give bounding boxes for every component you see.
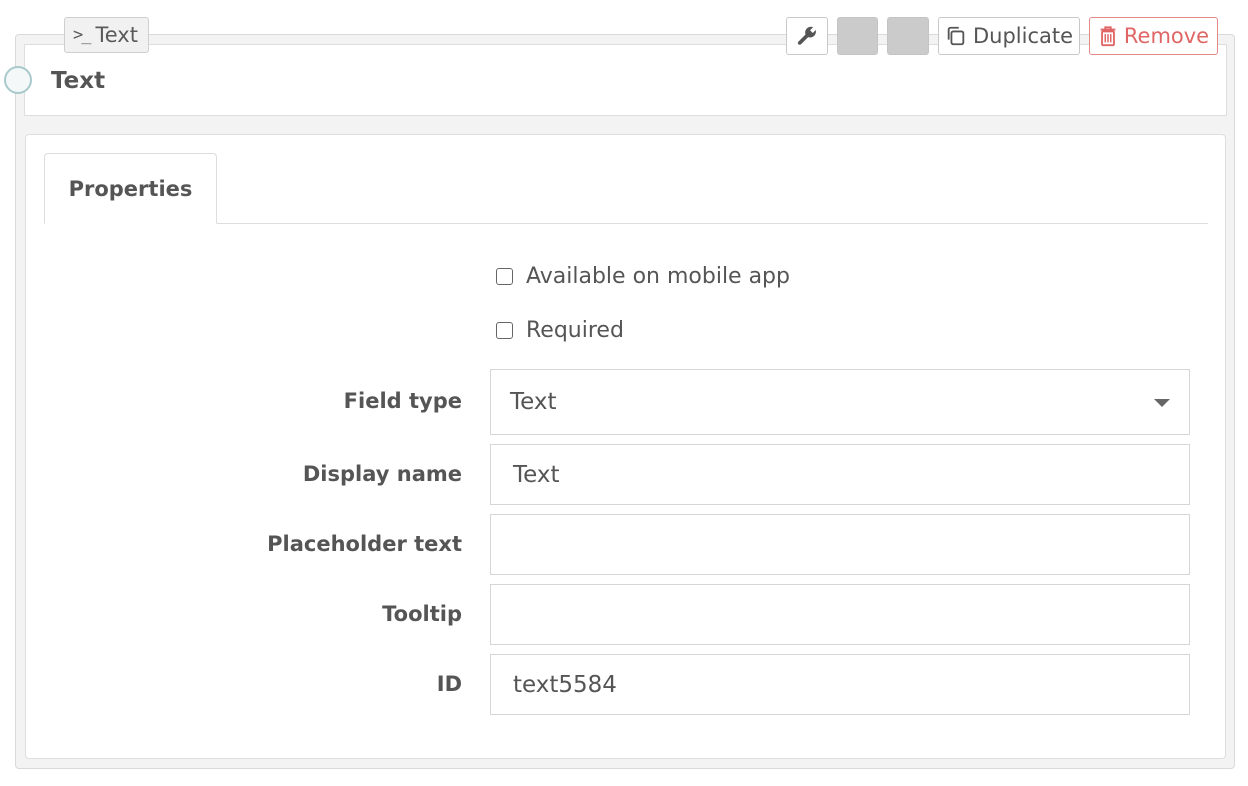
tooltip-input[interactable] bbox=[490, 584, 1190, 645]
required-checkbox[interactable] bbox=[496, 322, 513, 339]
remove-label: Remove bbox=[1123, 24, 1210, 48]
mobile-app-checkbox-row[interactable]: Available on mobile app bbox=[496, 264, 790, 289]
duplicate-button[interactable]: Duplicate bbox=[938, 17, 1080, 55]
required-checkbox-row[interactable]: Required bbox=[496, 318, 624, 343]
tab-divider bbox=[44, 223, 1208, 224]
field-type-label: Field type bbox=[343, 389, 462, 413]
display-name-label: Display name bbox=[302, 462, 462, 486]
display-name-input[interactable]: Text bbox=[490, 444, 1190, 505]
toolbar-blank-button-2[interactable] bbox=[887, 17, 929, 55]
duplicate-label: Duplicate bbox=[972, 24, 1074, 48]
required-label: Required bbox=[526, 318, 624, 343]
display-name-value: Text bbox=[513, 461, 560, 488]
id-input[interactable]: text5584 bbox=[490, 654, 1190, 715]
settings-button[interactable] bbox=[786, 17, 828, 55]
component-type-label: Text bbox=[95, 23, 138, 47]
id-label: ID bbox=[436, 672, 462, 696]
terminal-prompt-icon: >_ bbox=[73, 25, 92, 45]
placeholder-text-input[interactable] bbox=[490, 514, 1190, 575]
component-select-radio[interactable] bbox=[4, 66, 32, 94]
trash-icon bbox=[1100, 26, 1116, 47]
remove-button[interactable]: Remove bbox=[1089, 17, 1218, 55]
mobile-app-checkbox[interactable] bbox=[496, 268, 513, 285]
component-title: Text bbox=[51, 68, 106, 94]
id-value: text5584 bbox=[513, 671, 617, 698]
placeholder-text-label: Placeholder text bbox=[267, 532, 462, 556]
field-type-select[interactable]: Text bbox=[490, 369, 1190, 435]
copy-icon bbox=[947, 26, 965, 46]
tooltip-label: Tooltip bbox=[382, 602, 462, 626]
field-type-value: Text bbox=[510, 389, 557, 415]
tab-properties[interactable]: Properties bbox=[44, 153, 217, 224]
chevron-down-icon bbox=[1154, 399, 1170, 407]
wrench-icon bbox=[797, 26, 816, 45]
toolbar-blank-button-1[interactable] bbox=[837, 17, 878, 55]
mobile-app-label: Available on mobile app bbox=[526, 264, 790, 289]
component-type-badge: >_ Text bbox=[64, 17, 149, 53]
